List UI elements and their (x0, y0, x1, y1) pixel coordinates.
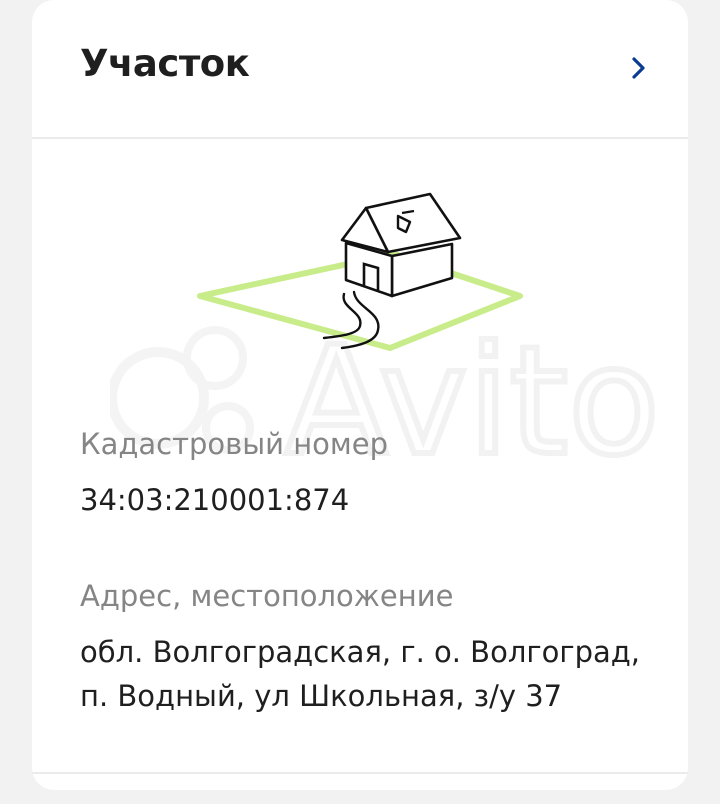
house-plot-illustration (197, 192, 523, 351)
card-header[interactable]: Участок (32, 0, 688, 139)
chevron-right-icon[interactable] (626, 54, 650, 82)
plot-card: Участок Avito Кадастровый номер 34:03:21… (32, 0, 688, 790)
section-title: Участок (80, 42, 250, 85)
address-value: обл. Волгоградская, г. о. Волгоград, п. … (80, 630, 670, 718)
divider (32, 772, 688, 774)
address-line-1: обл. Волгоградская, г. о. Волгоград, (80, 635, 641, 669)
address-line-2: п. Водный, ул Школьная, з/у 37 (80, 679, 563, 713)
cadastral-number-value: 34:03:210001:874 (80, 483, 350, 517)
cadastral-number-label: Кадастровый номер (80, 427, 389, 461)
address-label: Адрес, местоположение (80, 579, 454, 613)
